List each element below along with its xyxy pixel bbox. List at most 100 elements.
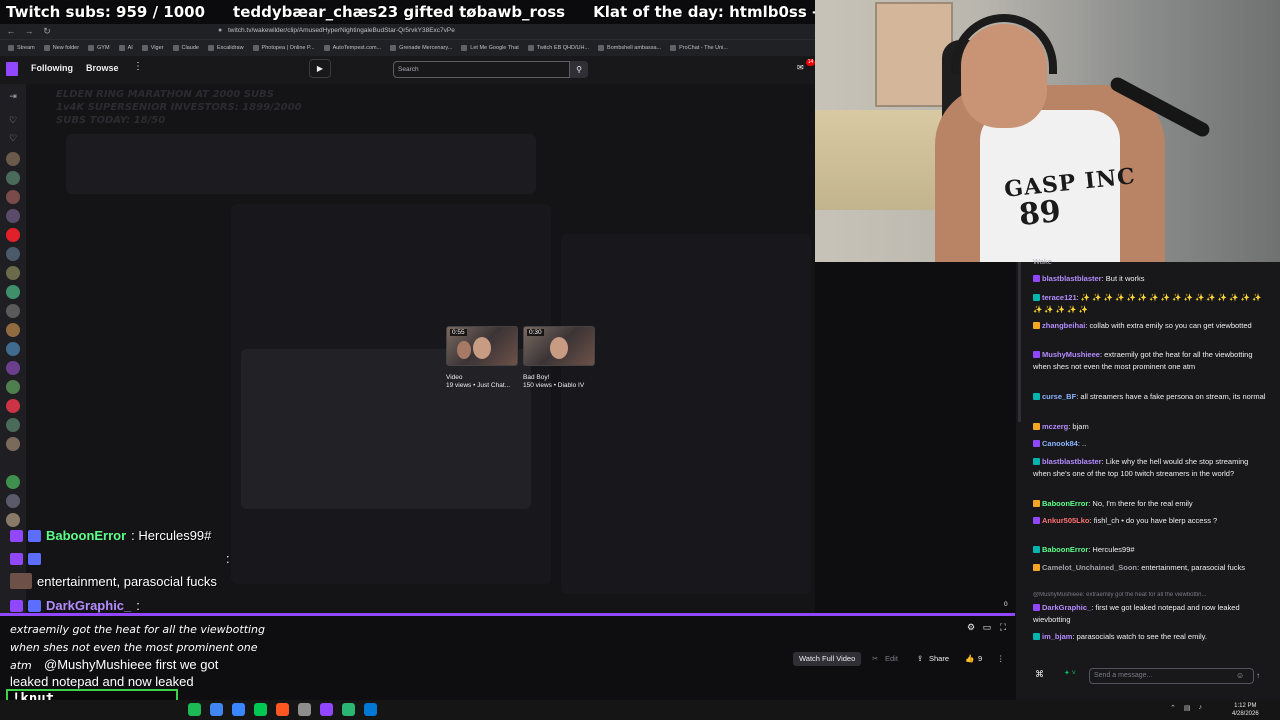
- channel-avatar[interactable]: [6, 380, 20, 394]
- channel-points-icon[interactable]: ✦ ˅: [1064, 669, 1076, 680]
- blurred-panel: [66, 134, 536, 194]
- app-icon[interactable]: [232, 703, 245, 716]
- network-icon[interactable]: ▤: [1184, 704, 1191, 712]
- bookmark[interactable]: Excalidraw: [207, 44, 244, 51]
- channel-avatar[interactable]: [6, 304, 20, 318]
- more-options-icon[interactable]: ⋮: [133, 61, 143, 72]
- chat-username[interactable]: MushyMushieee: [1042, 350, 1100, 359]
- bookmark[interactable]: Stream: [8, 44, 35, 51]
- channel-avatar[interactable]: [6, 323, 20, 337]
- heart-icon[interactable]: ♡: [7, 114, 19, 126]
- browse-link[interactable]: Browse: [86, 63, 119, 73]
- chat-username[interactable]: terace121: [1042, 293, 1077, 302]
- channel-avatar[interactable]: [6, 152, 20, 166]
- channel-avatar[interactable]: [6, 494, 20, 508]
- collapse-sidebar-icon[interactable]: ⇥: [7, 90, 19, 102]
- clip-title[interactable]: Bad Boy!: [523, 374, 599, 381]
- channel-avatar[interactable]: [6, 437, 20, 451]
- chat-username[interactable]: Canook84: [1042, 439, 1078, 448]
- heart-icon[interactable]: ♡: [7, 132, 19, 144]
- clip-thumbnail[interactable]: 0:30: [523, 326, 595, 366]
- like-count: 9: [978, 654, 983, 663]
- bookmark[interactable]: Bombshell ambassa...: [598, 44, 661, 51]
- channel-avatar[interactable]: [6, 399, 20, 413]
- chevron-up-icon[interactable]: ⌃: [1170, 704, 1176, 712]
- following-link[interactable]: Following: [31, 63, 73, 73]
- app-icon[interactable]: [364, 703, 377, 716]
- more-options-icon[interactable]: ⋮: [997, 652, 1005, 666]
- channel-avatar[interactable]: [6, 513, 20, 527]
- channel-avatar[interactable]: [6, 209, 20, 223]
- send-icon[interactable]: ↑: [1256, 671, 1260, 680]
- bookmark[interactable]: Claude: [172, 44, 199, 51]
- bookmark[interactable]: New folder: [43, 44, 79, 51]
- theatre-mode-icon[interactable]: ▭: [982, 622, 992, 632]
- chat-username[interactable]: blastblastblaster: [1042, 457, 1102, 466]
- app-icon[interactable]: [276, 703, 289, 716]
- command-icon[interactable]: ⌘: [1035, 669, 1044, 680]
- search-icon[interactable]: ⚲: [570, 61, 588, 78]
- chat-username[interactable]: Camelot_Unchained_Soon: [1042, 563, 1137, 572]
- clip-title[interactable]: Video: [446, 374, 522, 381]
- like-icon[interactable]: 👍: [965, 652, 974, 666]
- bookmark[interactable]: Let Me Google That: [461, 44, 519, 51]
- chat-username[interactable]: curse_BF: [1042, 392, 1076, 401]
- app-icon[interactable]: [298, 703, 311, 716]
- chat-username[interactable]: mczerg: [1042, 422, 1068, 431]
- site-info-icon[interactable]: ●: [218, 25, 222, 37]
- chat-username[interactable]: BaboonError: [1042, 545, 1088, 554]
- bookmark[interactable]: Viger: [141, 44, 164, 51]
- channel-avatar[interactable]: [6, 418, 20, 432]
- spotify-icon[interactable]: [188, 703, 201, 716]
- chat-username[interactable]: zhangbeihai: [1042, 321, 1085, 330]
- channel-avatar[interactable]: [6, 171, 20, 185]
- emote-picker-icon[interactable]: ☺: [1236, 671, 1244, 680]
- share-icon[interactable]: ⇪: [917, 652, 923, 666]
- bookmark[interactable]: GYM: [88, 44, 110, 51]
- bookmark[interactable]: Grenade Mercenary...: [390, 44, 452, 51]
- edit-icon[interactable]: ✂: [872, 652, 878, 666]
- app-icon[interactable]: [342, 703, 355, 716]
- search-input[interactable]: Search: [393, 61, 570, 78]
- bookmark[interactable]: AI: [118, 44, 133, 51]
- bookmark[interactable]: Twitch EB QHD/UH...: [527, 44, 589, 51]
- clip-card[interactable]: 0:30 Bad Boy! 150 views • Diablo IV: [523, 326, 599, 389]
- watch-full-video-button[interactable]: Watch Full Video: [793, 652, 862, 666]
- channel-avatar[interactable]: [6, 475, 20, 489]
- clip-card[interactable]: 0:55 Video 19 views • Just Chat...: [446, 326, 522, 389]
- fullscreen-icon[interactable]: ⛶: [998, 622, 1008, 632]
- chat-scrollbar[interactable]: [1018, 262, 1021, 422]
- chat-username[interactable]: im_bjam: [1042, 632, 1072, 641]
- channel-avatar[interactable]: [6, 266, 20, 280]
- app-icon[interactable]: [320, 703, 333, 716]
- clip-progress-bar[interactable]: [0, 613, 1015, 616]
- bookmark[interactable]: ProChat - The Uni...: [670, 44, 728, 51]
- bookmark[interactable]: AutoTempest.com...: [323, 44, 381, 51]
- channel-avatar[interactable]: [6, 228, 20, 242]
- reload-icon[interactable]: ↻: [40, 25, 54, 37]
- edit-button[interactable]: Edit: [885, 652, 898, 666]
- back-icon[interactable]: ←: [4, 25, 18, 37]
- bookmark[interactable]: Photopea | Online P...: [252, 44, 315, 51]
- channel-avatar[interactable]: [6, 361, 20, 375]
- forward-icon[interactable]: →: [22, 25, 36, 37]
- channel-avatar[interactable]: [6, 247, 20, 261]
- share-button[interactable]: Share: [929, 652, 949, 666]
- clip-thumbnail[interactable]: 0:55: [446, 326, 518, 366]
- app-icon[interactable]: [254, 703, 267, 716]
- clock[interactable]: 1:12 PM 4/28/2026: [1232, 702, 1259, 718]
- chat-username[interactable]: Ankur505Lko: [1042, 516, 1090, 525]
- address-bar[interactable]: twitch.tv/wakewilder/clip/AmusedHyperNig…: [228, 25, 758, 37]
- chat-username[interactable]: BaboonError: [1042, 499, 1088, 508]
- chat-username[interactable]: blastblastblaster: [1042, 274, 1102, 283]
- chat-input[interactable]: Send a message...: [1089, 668, 1254, 684]
- settings-icon[interactable]: ⚙: [966, 622, 976, 632]
- volume-icon[interactable]: ♪: [1199, 704, 1203, 712]
- channel-avatar[interactable]: [6, 342, 20, 356]
- channel-avatar[interactable]: [6, 285, 20, 299]
- clip-center-icon[interactable]: ▶: [309, 59, 331, 78]
- twitch-logo-icon[interactable]: [6, 62, 18, 76]
- chat-username[interactable]: DarkGraphic_: [1042, 603, 1091, 612]
- channel-avatar[interactable]: [6, 190, 20, 204]
- chrome-icon[interactable]: [210, 703, 223, 716]
